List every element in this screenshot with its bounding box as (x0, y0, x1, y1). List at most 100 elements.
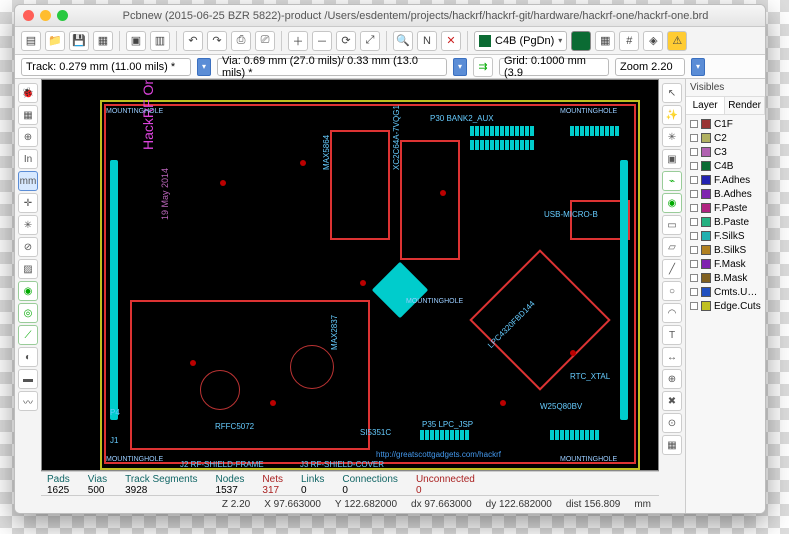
open-icon[interactable]: 📁 (45, 31, 65, 51)
pad-fill-icon[interactable]: ◉ (18, 281, 38, 301)
layer-checkbox[interactable] (690, 302, 698, 310)
cursor-shape-icon[interactable]: ✛ (18, 193, 38, 213)
zoom-select[interactable]: Zoom 2.20 (615, 58, 685, 76)
track-width-select[interactable]: Track: 0.279 mm (11.00 mils) * (21, 58, 191, 76)
layer-row-b-mask[interactable]: B.Mask (688, 271, 763, 285)
pcb-canvas[interactable]: HackRF One 19 May 2014 P30 BANK2_AUX USB… (41, 79, 659, 471)
cursor-icon[interactable]: ↖ (662, 83, 682, 103)
page-settings-icon[interactable]: ▦ (93, 31, 113, 51)
plot-icon[interactable]: ⎚ (255, 31, 275, 51)
layer-row-c3[interactable]: C3 (688, 145, 763, 159)
layer-color-swatch[interactable] (701, 189, 711, 199)
via-dd-icon[interactable]: ▾ (453, 58, 467, 76)
auto-track-icon[interactable]: ⇉ (473, 57, 493, 77)
layer-checkbox[interactable] (690, 162, 698, 170)
module-editor-icon[interactable]: ▣ (126, 31, 146, 51)
autodelete-icon[interactable]: ⊘ (18, 237, 38, 257)
layer-checkbox[interactable] (690, 134, 698, 142)
layer-checkbox[interactable] (690, 204, 698, 212)
layer-checkbox[interactable] (690, 148, 698, 156)
via-size-select[interactable]: Via: 0.69 mm (27.0 mils)/ 0.33 mm (13.0 … (217, 58, 447, 76)
zoomredraw-icon[interactable]: ⟳ (336, 31, 356, 51)
layer-row-f-silks[interactable]: F.SilkS (688, 229, 763, 243)
layer-row-b-paste[interactable]: B.Paste (688, 215, 763, 229)
add-zone-icon[interactable]: ▭ (662, 215, 682, 235)
offset-icon[interactable]: ⊙ (662, 413, 682, 433)
add-dimension-icon[interactable]: ↔ (662, 347, 682, 367)
layer-row-cmts-user[interactable]: Cmts.User (688, 285, 763, 299)
layer-checkbox[interactable] (690, 120, 698, 128)
layer-checkbox[interactable] (690, 246, 698, 254)
ratsnest-icon[interactable]: ✳ (18, 215, 38, 235)
layer-checkbox[interactable] (690, 232, 698, 240)
zoomfit-icon[interactable]: ⤢ (360, 31, 380, 51)
show-zones-icon[interactable]: ▨ (18, 259, 38, 279)
layer-color-swatch[interactable] (701, 119, 711, 129)
mw-toolbar-icon[interactable]: 〰 (18, 391, 38, 411)
add-circle-icon[interactable]: ○ (662, 281, 682, 301)
layer-color-swatch[interactable] (701, 147, 711, 157)
layer-toggle-icon[interactable]: ▬ (18, 369, 38, 389)
zoom-dd-icon[interactable]: ▾ (691, 58, 705, 76)
add-module-icon[interactable]: ▣ (662, 149, 682, 169)
tab-layer[interactable]: Layer (686, 97, 725, 114)
highlight-net-icon[interactable]: ✨ (662, 105, 682, 125)
contrast-icon[interactable]: ◐ (18, 347, 38, 367)
grid-toggle-icon[interactable]: ▦ (18, 105, 38, 125)
grid-origin-icon[interactable]: ◈ (643, 31, 663, 51)
layer-color-swatch[interactable] (701, 245, 711, 255)
add-via-icon[interactable]: ◉ (662, 193, 682, 213)
zoomin-icon[interactable]: ＋ (288, 31, 308, 51)
find-icon[interactable]: 🔍 (393, 31, 413, 51)
drc-icon[interactable]: ✕ (441, 31, 461, 51)
layer-color-swatch[interactable] (701, 301, 711, 311)
layer-row-edge-cuts[interactable]: Edge.Cuts (688, 299, 763, 313)
delete-icon[interactable]: ✖ (662, 391, 682, 411)
zoom-button[interactable] (57, 10, 68, 21)
layer-checkbox[interactable] (690, 288, 698, 296)
layer-color-swatch[interactable] (701, 259, 711, 269)
layer-color-swatch[interactable] (701, 231, 711, 241)
mode-footprint-icon[interactable]: ▦ (595, 31, 615, 51)
minimize-button[interactable] (40, 10, 51, 21)
polar-icon[interactable]: ⊕ (18, 127, 38, 147)
layer-color-swatch[interactable] (701, 287, 711, 297)
layer-color-swatch[interactable] (701, 217, 711, 227)
layer-row-b-silks[interactable]: B.SilkS (688, 243, 763, 257)
save-icon[interactable]: 💾 (69, 31, 89, 51)
units-mm-icon[interactable]: mm (18, 171, 38, 191)
layer-row-c2[interactable]: C2 (688, 131, 763, 145)
new-icon[interactable]: ▤ (21, 31, 41, 51)
layer-row-f-mask[interactable]: F.Mask (688, 257, 763, 271)
grid-select[interactable]: Grid: 0.1000 mm (3.9 (499, 58, 609, 76)
units-in-icon[interactable]: In (18, 149, 38, 169)
layer-checkbox[interactable] (690, 274, 698, 282)
route-track-icon[interactable]: ⌁ (662, 171, 682, 191)
layer-row-c1f[interactable]: C1F (688, 117, 763, 131)
layer-color-swatch[interactable] (701, 203, 711, 213)
add-text-icon[interactable]: T (662, 325, 682, 345)
layer-checkbox[interactable] (690, 260, 698, 268)
layer-manager-icon[interactable] (571, 31, 591, 51)
grid-set-icon[interactable]: ▦ (662, 435, 682, 455)
layer-row-f-paste[interactable]: F.Paste (688, 201, 763, 215)
add-target-icon[interactable]: ⊕ (662, 369, 682, 389)
layer-color-swatch[interactable] (701, 161, 711, 171)
layer-row-b-adhes[interactable]: B.Adhes (688, 187, 763, 201)
add-line-icon[interactable]: ╱ (662, 259, 682, 279)
redo-icon[interactable]: ↷ (207, 31, 227, 51)
tab-render[interactable]: Render (725, 97, 765, 114)
layer-checkbox[interactable] (690, 176, 698, 184)
layer-select[interactable]: C4B (PgDn) ▾ (474, 31, 567, 51)
zoomout-icon[interactable]: － (312, 31, 332, 51)
close-button[interactable] (23, 10, 34, 21)
scripting-icon[interactable]: ⚠ (667, 31, 687, 51)
window-titlebar[interactable]: Pcbnew (2015-06-25 BZR 5822)-product /Us… (15, 5, 765, 27)
netlist-icon[interactable]: N (417, 31, 437, 51)
add-keepout-icon[interactable]: ▱ (662, 237, 682, 257)
layer-row-c4b[interactable]: C4B (688, 159, 763, 173)
layer-color-swatch[interactable] (701, 175, 711, 185)
mode-track-icon[interactable]: # (619, 31, 639, 51)
print-icon[interactable]: ⎙ (231, 31, 251, 51)
local-ratsnest-icon[interactable]: ✳ (662, 127, 682, 147)
